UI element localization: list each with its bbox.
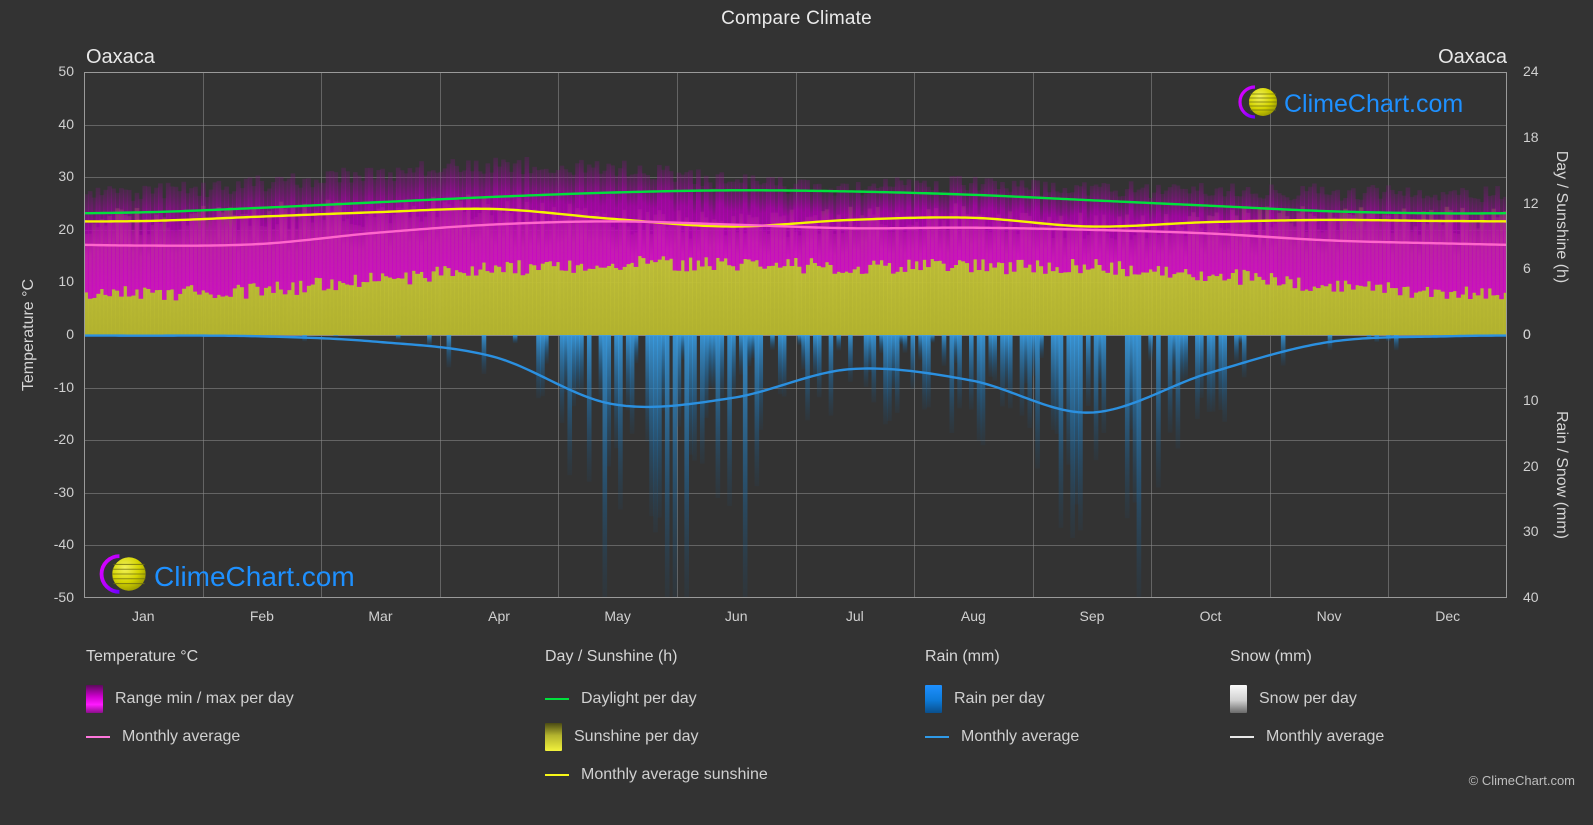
y-tick-day-sunshine: 6 [1523,260,1531,277]
y-tick-rain-snow: 0 [1523,326,1531,342]
brand-logo-plot-top[interactable]: ClimeChart.com [1232,82,1463,127]
temperature-range-swatch [86,685,103,713]
legend-label: Monthly average [1266,728,1385,745]
legend-header-rain: Rain (mm) [925,648,1000,665]
y-tick-rain-snow: 10 [1523,391,1539,408]
legend-label: Rain per day [954,690,1045,707]
y-tick-temperature: -40 [53,536,74,553]
y-tick-rain-snow: 40 [1523,589,1539,605]
snow-swatch [1230,685,1247,713]
legend-item-temperature-average[interactable]: Monthly average [86,718,294,756]
temperature-average-swatch [86,736,110,738]
legend-group-temperature: Temperature °C Range min / max per day M… [86,648,294,756]
legend-label: Monthly average [961,728,1080,745]
copyright-text: © ClimeChart.com [1468,773,1575,788]
axis-title-rain-snow: Rain / Snow (mm) [1553,410,1570,540]
y-tick-temperature: 10 [58,273,74,290]
y-tick-day-sunshine: 18 [1523,128,1539,145]
y-tick-temperature: -30 [53,483,74,500]
y-tick-day-sunshine: 12 [1523,194,1539,211]
climechart-logo-icon [1232,82,1284,127]
y-tick-temperature: 20 [58,220,74,237]
legend-item-temperature-range[interactable]: Range min / max per day [86,680,294,718]
y-tick-temperature: 50 [58,63,74,79]
axis-title-day-sunshine: Day / Sunshine (h) [1553,150,1570,284]
plot-area[interactable]: ClimeChart.com ClimeChart.com [84,72,1507,598]
legend-item-sunshine[interactable]: Sunshine per day [545,718,768,756]
legend-group-rain: Rain (mm) Rain per day Monthly average [925,648,1079,756]
legend-item-rain-average[interactable]: Monthly average [925,718,1079,756]
y-tick-temperature: 0 [66,326,74,342]
y-tick-temperature: -20 [53,431,74,448]
legend-item-snow[interactable]: Snow per day [1230,680,1384,718]
legend: Temperature °C Range min / max per day M… [0,648,1593,825]
location-label-left: Oaxaca [86,46,155,68]
rain-average-swatch [925,736,949,738]
y-tick-temperature: -10 [53,378,74,395]
x-tick-month: May [604,608,631,624]
brand-text: ClimeChart.com [1284,90,1464,118]
legend-header-day-sunshine: Day / Sunshine (h) [545,648,678,665]
legend-label: Sunshine per day [574,728,699,745]
sunshine-swatch [545,723,562,751]
legend-label: Monthly average sunshine [581,766,768,783]
y-tick-rain-snow: 20 [1523,457,1539,474]
x-tick-month: Dec [1435,608,1461,624]
y-tick-temperature: 30 [58,168,74,185]
legend-label: Snow per day [1259,690,1357,707]
x-tick-month: Jul [845,608,864,624]
legend-header-snow: Snow (mm) [1230,648,1312,665]
sunshine-average-swatch [545,774,569,776]
climate-chart-page: Compare Climate Oaxaca Oaxaca Temperatur… [0,0,1593,825]
x-tick-month: Nov [1316,608,1342,624]
legend-item-daylight[interactable]: Daylight per day [545,680,768,718]
legend-group-day-sunshine: Day / Sunshine (h) Daylight per day Suns… [545,648,768,794]
legend-item-sunshine-average[interactable]: Monthly average sunshine [545,756,768,794]
y-tick-day-sunshine: 24 [1523,63,1539,79]
legend-label: Daylight per day [581,690,697,707]
location-label-right: Oaxaca [1438,46,1507,68]
x-tick-month: Feb [249,608,274,624]
brand-logo-plot-bottom[interactable]: ClimeChart.com [92,550,355,603]
x-tick-month: Jun [724,608,748,624]
legend-item-snow-average[interactable]: Monthly average [1230,718,1384,756]
legend-label: Range min / max per day [115,690,294,707]
legend-group-snow: Snow (mm) Snow per day Monthly average [1230,648,1384,756]
y-tick-temperature: 40 [58,115,74,132]
climate-plot-svg[interactable] [84,72,1507,598]
x-tick-month: Sep [1079,608,1105,624]
y-tick-temperature: -50 [53,589,74,605]
brand-text: ClimeChart.com [154,560,355,592]
legend-label: Monthly average [122,728,241,745]
climechart-logo-icon [92,550,154,603]
legend-header-temperature: Temperature °C [86,648,199,665]
snow-average-swatch [1230,736,1254,738]
x-tick-month: Jan [131,608,155,624]
rain-swatch [925,685,942,713]
y-tick-rain-snow: 30 [1523,523,1539,540]
legend-item-rain[interactable]: Rain per day [925,680,1079,718]
x-tick-month: Oct [1199,608,1222,624]
x-tick-month: Apr [488,608,510,624]
page-title: Compare Climate [721,8,872,29]
x-tick-month: Aug [960,608,986,624]
x-tick-month: Mar [368,608,393,624]
daylight-swatch [545,698,569,700]
